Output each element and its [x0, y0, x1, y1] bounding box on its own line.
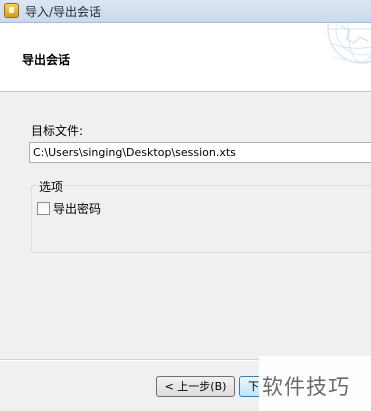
options-legend: 选项: [38, 178, 65, 195]
globe-logo-icon: [320, 23, 371, 91]
back-button[interactable]: < 上一步(B): [156, 376, 235, 397]
page-title: 导出会话: [22, 53, 71, 67]
options-group: [31, 185, 371, 253]
export-password-checkbox[interactable]: [37, 202, 50, 215]
app-icon[interactable]: [4, 3, 19, 18]
header-panel: 导出会话: [0, 23, 371, 92]
window-title: 导入/导出会话: [25, 5, 102, 19]
target-file-input[interactable]: [29, 142, 371, 163]
title-bar: 导入/导出会话: [0, 0, 371, 23]
watermark-text: 软件技巧: [262, 375, 350, 399]
target-file-label: 目标文件:: [31, 124, 84, 138]
export-password-label[interactable]: 导出密码: [53, 200, 101, 217]
